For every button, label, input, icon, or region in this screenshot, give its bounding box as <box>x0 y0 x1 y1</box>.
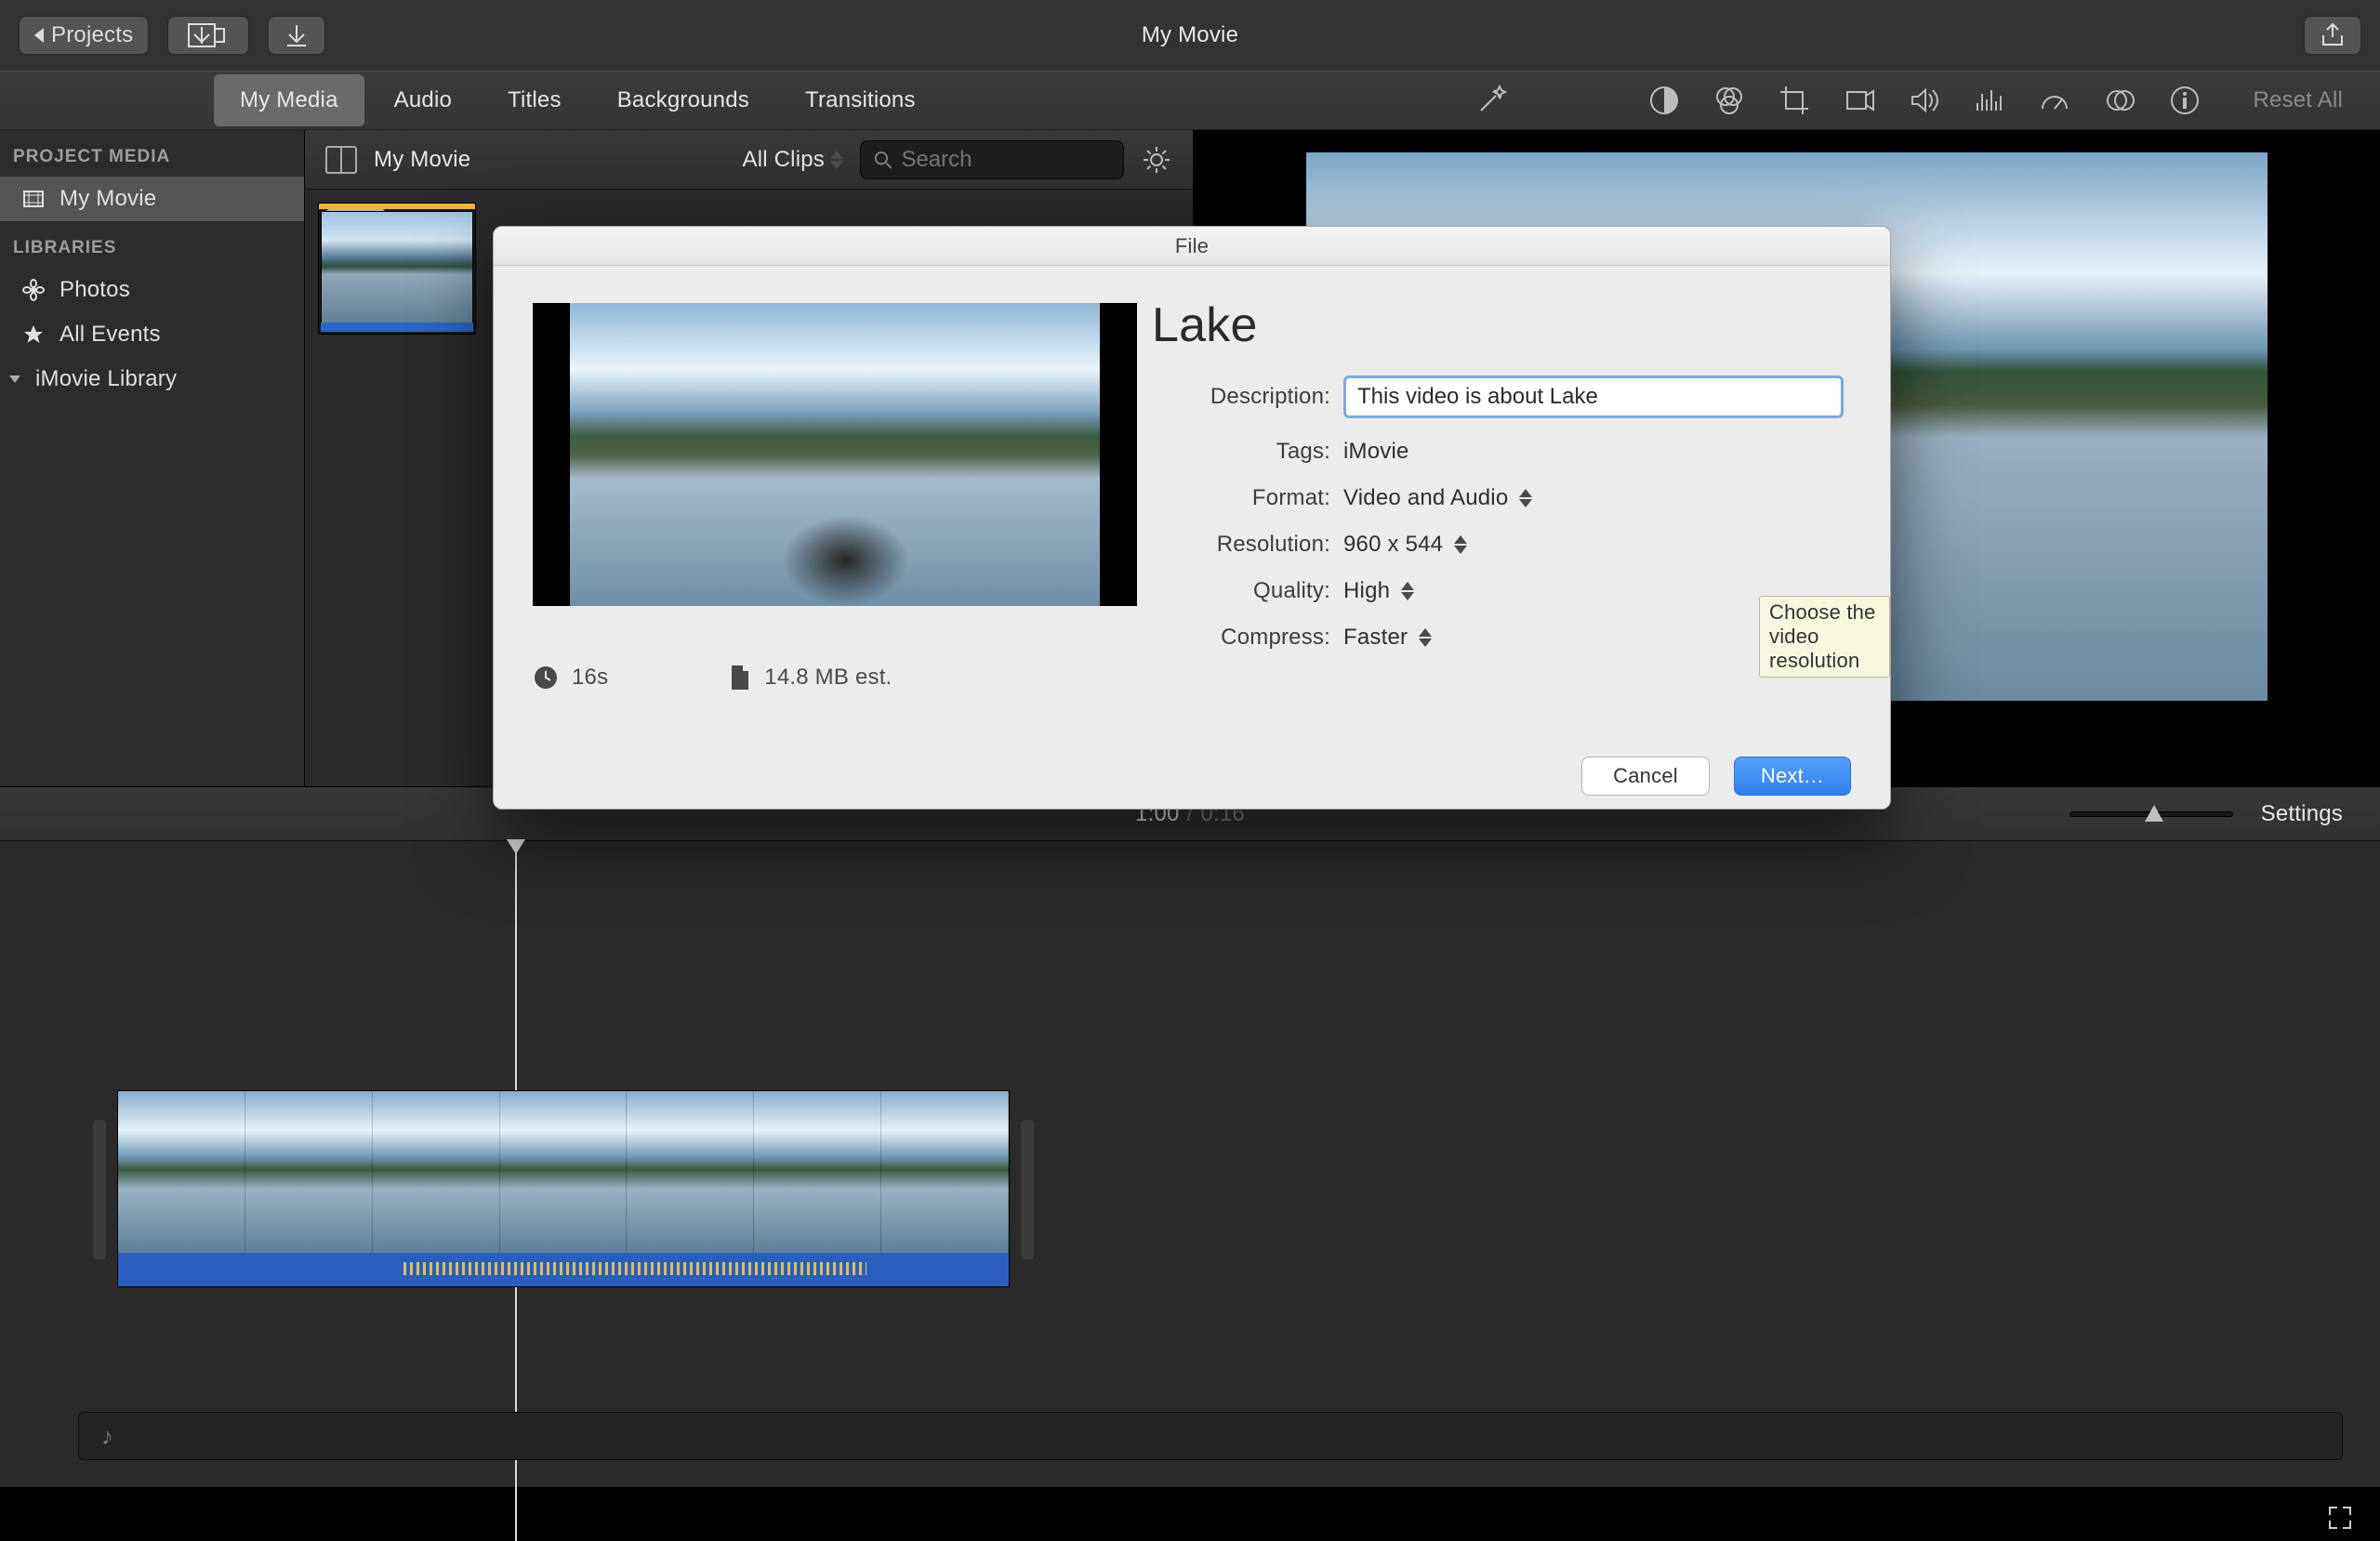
export-filesize: 14.8 MB est. <box>764 665 892 691</box>
dialog-title: File <box>494 227 1890 266</box>
resolution-label: Resolution: <box>1144 532 1330 558</box>
export-duration: 16s <box>572 665 608 691</box>
clock-icon <box>533 665 559 691</box>
dialog-footer: Cancel Next… <box>494 744 1890 809</box>
quality-select[interactable]: High <box>1343 578 1414 604</box>
updown-icon <box>1454 535 1467 554</box>
updown-icon <box>1519 489 1532 507</box>
updown-icon <box>1419 628 1432 647</box>
document-icon <box>729 664 751 691</box>
compress-label: Compress: <box>1144 625 1330 651</box>
export-preview <box>533 303 1137 606</box>
format-select[interactable]: Video and Audio <box>1343 485 1532 511</box>
next-label: Next… <box>1761 764 1824 788</box>
cancel-button[interactable]: Cancel <box>1581 757 1710 796</box>
resolution-tooltip: Choose the video resolution <box>1759 596 1890 678</box>
export-file-dialog: File 16s 14.8 MB est. Lake Description: <box>493 226 1891 810</box>
format-label: Format: <box>1144 485 1330 511</box>
description-label: Description: <box>1144 384 1330 410</box>
tags-label: Tags: <box>1144 439 1330 465</box>
export-meta: 16s 14.8 MB est. <box>533 664 1105 691</box>
compress-select[interactable]: Faster <box>1343 625 1432 651</box>
tags-value[interactable]: iMovie <box>1343 439 1409 465</box>
resolution-select[interactable]: 960 x 544 <box>1343 532 1467 558</box>
updown-icon <box>1401 582 1414 600</box>
quality-label: Quality: <box>1144 578 1330 604</box>
cancel-label: Cancel <box>1613 764 1678 788</box>
export-title: Lake <box>1152 297 1844 353</box>
next-button[interactable]: Next… <box>1734 757 1851 796</box>
description-input[interactable] <box>1343 375 1844 418</box>
